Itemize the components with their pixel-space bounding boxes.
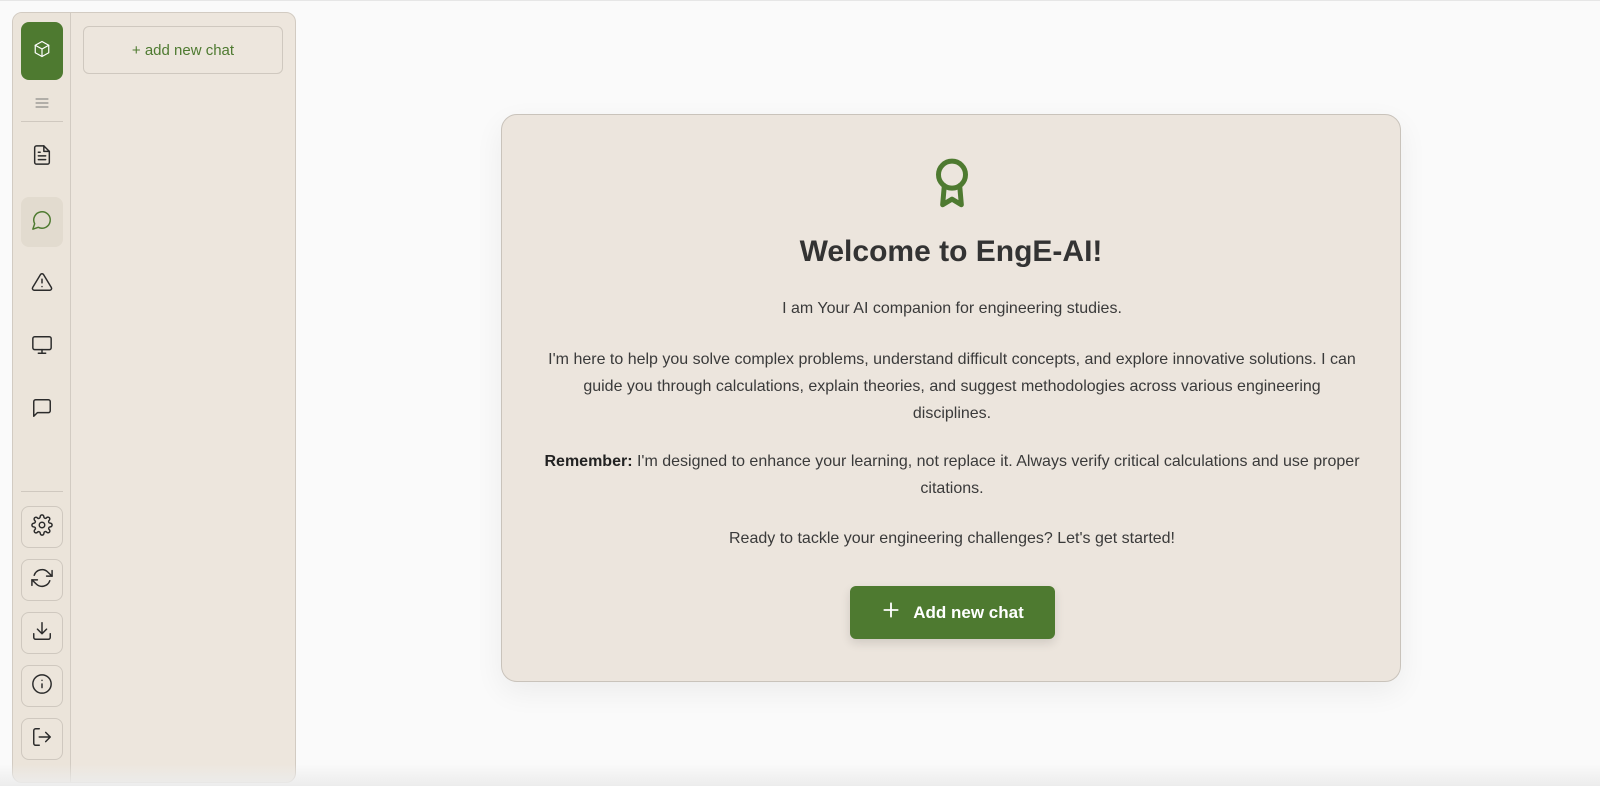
top-border [0,0,1600,1]
rail-divider [21,121,63,122]
documents-button[interactable] [21,136,63,178]
plus-icon [881,600,901,625]
cta-label: Add new chat [913,602,1024,622]
remember-text: I'm designed to enhance your learning, n… [632,453,1360,497]
refresh-icon [31,567,53,594]
sidebar: + add new chat [12,12,296,783]
app-logo-button[interactable] [21,22,63,80]
app-logo-icon [33,40,51,63]
alerts-button[interactable] [21,263,63,305]
welcome-description: I'm here to help you solve complex probl… [548,351,1356,422]
monitor-icon [31,334,53,361]
settings-icon [31,513,53,541]
download-icon [31,620,53,647]
welcome-card: Welcome to EngE-AI! I am Your AI compani… [501,114,1401,682]
remember-label: Remember: [544,453,633,470]
welcome-intro: I am Your AI companion for engineering s… [782,300,1122,317]
bottom-shade [0,764,1600,786]
message-square-icon [31,397,53,424]
chat-button[interactable] [21,197,63,247]
menu-toggle-button[interactable] [21,93,63,117]
icon-rail [13,13,71,782]
refresh-button[interactable] [21,559,63,601]
chat-icon [31,209,53,236]
add-new-chat-cta-button[interactable]: Add new chat [850,586,1055,639]
welcome-title: Welcome to EngE-AI! [799,235,1103,268]
welcome-remember: Remember: I'm designed to enhance your l… [542,448,1362,502]
settings-button[interactable] [21,506,63,548]
award-icon [927,157,977,211]
menu-icon [34,95,50,116]
welcome-closing: Ready to tackle your engineering challen… [729,530,1175,547]
document-icon [31,144,53,171]
download-button[interactable] [21,612,63,654]
info-icon [31,673,53,700]
logout-button[interactable] [21,718,63,760]
info-button[interactable] [21,665,63,707]
add-new-chat-button[interactable]: + add new chat [83,26,283,74]
warning-icon [31,271,53,298]
feedback-button[interactable] [21,389,63,431]
monitor-button[interactable] [21,326,63,368]
rail-divider [21,491,63,492]
logout-icon [31,726,53,753]
